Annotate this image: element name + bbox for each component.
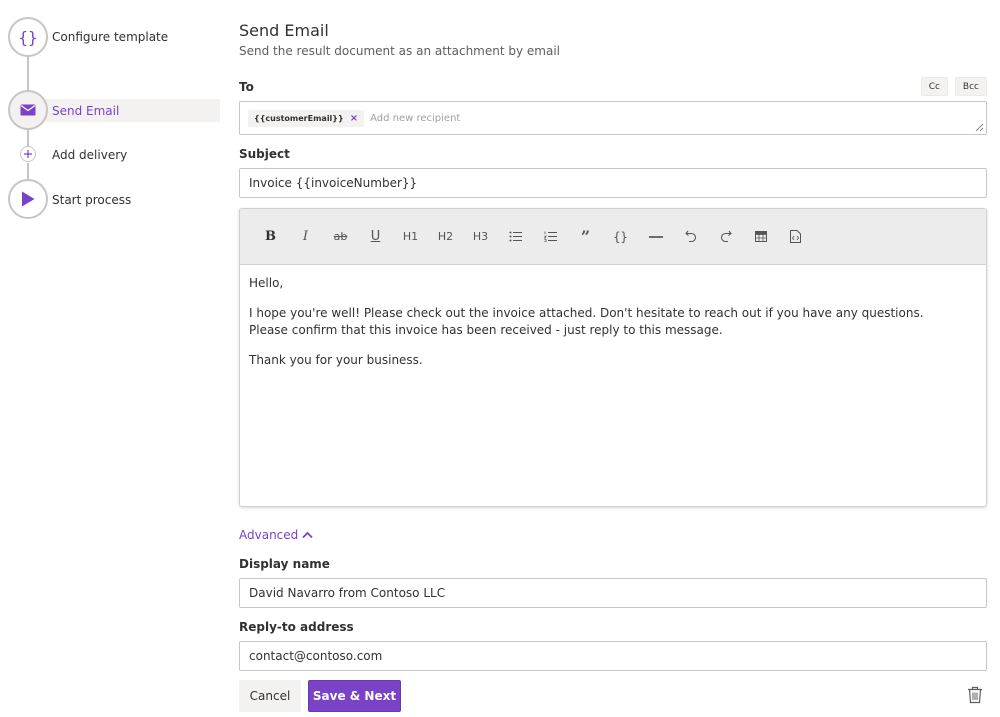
advanced-toggle[interactable]: Advanced (239, 528, 313, 542)
code-block-button[interactable]: {} (603, 223, 638, 251)
editor-content[interactable]: Hello, I hope you're well! Please check … (240, 265, 986, 391)
play-icon (22, 191, 35, 207)
page-subtitle: Send the result document as an attachmen… (239, 44, 561, 58)
stepper-connector (27, 128, 29, 146)
reply-to-label: Reply-to address (239, 620, 354, 634)
undo-button[interactable] (673, 223, 708, 251)
email-closing: Thank you for your business. (249, 352, 423, 367)
cc-bcc-group: Cc Bcc (920, 77, 987, 96)
page-title: Send Email (239, 21, 329, 40)
step-label-configure-template[interactable]: Configure template (52, 30, 168, 44)
curly-braces-icon: {} (18, 27, 38, 47)
bold-icon: B (265, 229, 276, 244)
italic-icon: I (302, 229, 309, 244)
subject-label: Subject (239, 147, 290, 161)
step-label-add-delivery[interactable]: Add delivery (52, 148, 127, 162)
stepper-connector (27, 56, 29, 94)
to-recipients-field[interactable]: {{customerEmail}} × Add new recipient (239, 101, 987, 135)
heading2-icon: H2 (437, 230, 454, 243)
undo-icon (684, 230, 696, 243)
italic-button[interactable]: I (288, 223, 323, 251)
bullet-list-button[interactable] (498, 223, 533, 251)
advanced-label: Advanced (239, 528, 299, 542)
underline-button[interactable]: U (358, 223, 393, 251)
bcc-button[interactable]: Bcc (954, 77, 987, 96)
resize-grip-icon[interactable] (975, 123, 984, 132)
email-line-1: I hope you're well! Please check out the… (249, 305, 924, 320)
code-file-icon (790, 230, 801, 243)
heading1-button[interactable]: H1 (393, 223, 428, 251)
underline-icon: U (370, 229, 381, 244)
email-line-2: Please confirm that this invoice has bee… (249, 323, 723, 337)
display-name-label: Display name (239, 557, 330, 571)
recipient-chip-label: {{customerEmail}} (254, 113, 344, 123)
stepper: {} Configure template Send Email Add del… (0, 0, 222, 240)
code-file-button[interactable] (778, 223, 813, 251)
quote-button[interactable]: ” (568, 223, 603, 251)
numbered-list-icon (543, 231, 557, 242)
horizontal-rule-icon (648, 235, 663, 238)
numbered-list-button[interactable] (533, 223, 568, 251)
remove-recipient-icon[interactable]: × (350, 113, 358, 124)
plus-icon (24, 150, 32, 158)
email-greeting: Hello, (249, 276, 284, 290)
email-body-editor: B I ab U H1 H2 H3 ” {} Hello, I hope you… (239, 208, 987, 507)
step-start-process[interactable] (8, 179, 48, 219)
heading1-icon: H1 (402, 230, 419, 243)
strikethrough-icon: ab (333, 230, 348, 243)
envelope-icon (20, 104, 36, 116)
chevron-up-icon (302, 531, 313, 539)
cc-button[interactable]: Cc (920, 77, 948, 96)
heading3-button[interactable]: H3 (463, 223, 498, 251)
quote-icon: ” (580, 227, 591, 246)
to-label: To (239, 80, 254, 94)
code-braces-icon: {} (613, 229, 628, 244)
horizontal-rule-button[interactable] (638, 223, 673, 251)
heading3-icon: H3 (472, 230, 489, 243)
add-recipient-placeholder[interactable]: Add new recipient (370, 113, 460, 124)
step-send-email[interactable] (8, 90, 48, 130)
table-icon (754, 231, 767, 242)
redo-button[interactable] (708, 223, 743, 251)
trash-icon[interactable] (967, 686, 983, 704)
bullet-list-icon (509, 231, 522, 242)
step-add-delivery[interactable] (20, 146, 36, 162)
step-label-send-email[interactable]: Send Email (52, 104, 119, 118)
stepper-connector (27, 163, 29, 179)
step-label-start-process[interactable]: Start process (52, 193, 131, 207)
cancel-button[interactable]: Cancel (239, 680, 301, 712)
subject-input[interactable]: Invoice {{invoiceNumber}} (239, 168, 987, 198)
display-name-input[interactable]: David Navarro from Contoso LLC (239, 578, 987, 608)
editor-toolbar: B I ab U H1 H2 H3 ” {} (240, 209, 986, 265)
heading2-button[interactable]: H2 (428, 223, 463, 251)
redo-icon (720, 230, 732, 243)
step-configure-template[interactable]: {} (8, 17, 48, 57)
bold-button[interactable]: B (253, 223, 288, 251)
strikethrough-button[interactable]: ab (323, 223, 358, 251)
recipient-chip: {{customerEmail}} × (248, 109, 365, 127)
table-button[interactable] (743, 223, 778, 251)
save-next-button[interactable]: Save & Next (308, 680, 401, 712)
reply-to-input[interactable]: contact@contoso.com (239, 641, 987, 671)
